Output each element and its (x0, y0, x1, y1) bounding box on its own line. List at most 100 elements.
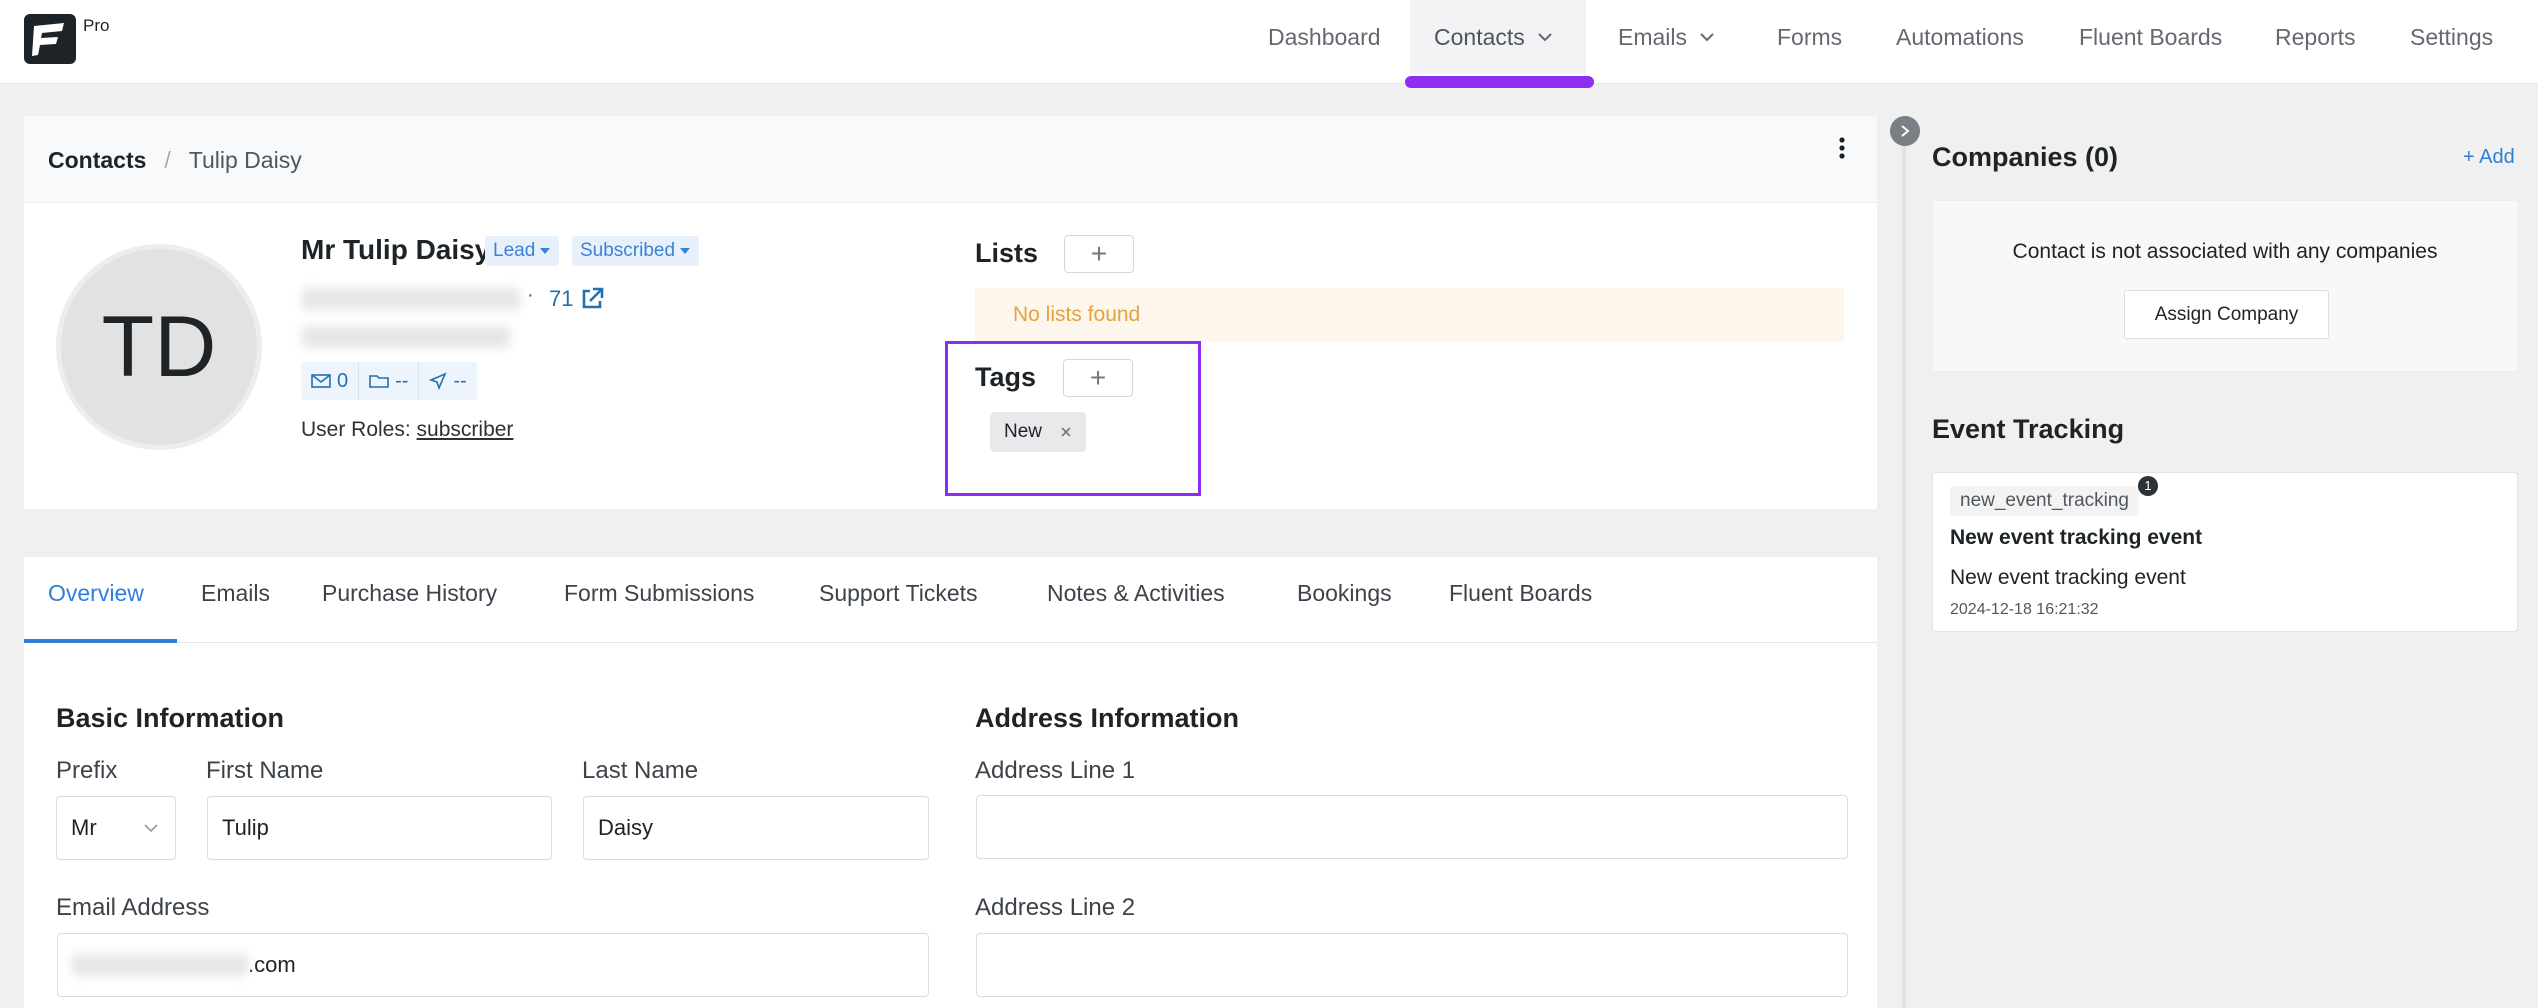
add-list-button[interactable]: + (1064, 235, 1134, 273)
no-lists-notice: No lists found (975, 288, 1844, 342)
tab-overview[interactable]: Overview (48, 580, 144, 607)
nav-dashboard[interactable]: Dashboard (1268, 0, 1381, 74)
nav-reports[interactable]: Reports (2275, 0, 2356, 74)
tag-chip: New (990, 412, 1087, 452)
close-icon[interactable] (1060, 426, 1072, 438)
nav-automations[interactable]: Automations (1896, 0, 2024, 74)
user-roles-label: User Roles: (301, 418, 411, 441)
external-link-icon[interactable] (579, 286, 605, 312)
contact-stats: 0 -- -- (301, 362, 477, 400)
email-count: 0 (337, 369, 349, 392)
first-name-input[interactable]: Tulip (207, 796, 552, 860)
add-tag-button[interactable]: + (1063, 359, 1133, 397)
sidebar-divider (1902, 120, 1906, 1008)
status-chip[interactable]: Lead (485, 236, 560, 266)
list-count-stat[interactable]: -- (359, 362, 420, 400)
last-name-value: Daisy (598, 815, 654, 840)
nav-label: Emails (1618, 24, 1688, 50)
nav-label: Settings (2410, 24, 2494, 50)
tab-purchase-history[interactable]: Purchase History (322, 580, 497, 607)
active-tab-indicator (24, 639, 177, 643)
contact-id-link[interactable]: 71 (549, 286, 573, 312)
email-address-input[interactable]: .com (57, 933, 929, 997)
prefix-value: Mr (71, 815, 97, 840)
list-count: -- (395, 369, 409, 392)
address-line-2-label: Address Line 2 (975, 894, 1136, 921)
prefix-label: Prefix (56, 757, 118, 784)
active-nav-indicator (1405, 76, 1594, 88)
subscription-chip-label: Subscribed (580, 240, 676, 261)
last-name-input[interactable]: Daisy (583, 796, 929, 860)
redacted-email (302, 288, 520, 310)
breadcrumb: Contacts / Tulip Daisy (48, 147, 302, 174)
companies-empty-panel (1932, 200, 2518, 372)
email-address-label: Email Address (56, 894, 210, 921)
nav-fluent-boards[interactable]: Fluent Boards (2079, 0, 2222, 74)
avatar-initials: TD (101, 298, 217, 395)
address-line-1-input[interactable] (976, 795, 1848, 859)
nav-emails[interactable]: Emails (1618, 0, 1715, 74)
assign-company-button[interactable]: Assign Company (2124, 290, 2329, 339)
breadcrumb-separator: / (164, 147, 171, 173)
tab-fluent-boards[interactable]: Fluent Boards (1449, 580, 1592, 607)
chevron-down-icon (144, 824, 158, 833)
add-company-link[interactable]: + Add (2463, 146, 2515, 169)
campaign-count-stat[interactable]: -- (419, 362, 476, 400)
nav-contacts[interactable]: Contacts (1410, 0, 1586, 74)
event-timestamp: 2024-12-18 16:21:32 (1950, 601, 2099, 618)
tab-support-tickets[interactable]: Support Tickets (819, 580, 978, 607)
last-name-label: Last Name (582, 757, 699, 784)
redacted-email-local (72, 954, 248, 976)
separator-dot: · (527, 284, 534, 306)
more-options-icon[interactable] (1832, 134, 1852, 162)
email-count-stat[interactable]: 0 (301, 362, 360, 400)
plus-icon: + (1089, 362, 1107, 393)
address-line-1-label: Address Line 1 (975, 757, 1136, 784)
tag-label: New (1004, 421, 1043, 442)
user-role-link[interactable]: subscriber (417, 418, 514, 441)
nav-label: Forms (1777, 24, 1843, 50)
no-companies-text: Contact is not associated with any compa… (2012, 240, 2438, 263)
fluentcrm-logo[interactable] (24, 14, 76, 64)
nav-label: Dashboard (1268, 24, 1381, 50)
nav-settings[interactable]: Settings (2410, 0, 2493, 74)
lists-title: Lists (975, 238, 1039, 268)
event-description: New event tracking event (1950, 566, 2186, 589)
first-name-value: Tulip (222, 815, 269, 840)
tab-bookings[interactable]: Bookings (1297, 580, 1392, 607)
nav-label: Automations (1896, 24, 2024, 50)
tab-emails[interactable]: Emails (201, 580, 270, 607)
tab-form-submissions[interactable]: Form Submissions (564, 580, 754, 607)
redacted-phone (302, 326, 510, 348)
nav-label: Contacts (1434, 24, 1525, 50)
chevron-down-icon (1700, 33, 1714, 42)
envelope-icon (311, 374, 331, 388)
event-count-badge: 1 (2138, 476, 2158, 496)
tags-title: Tags (975, 362, 1037, 392)
nav-forms[interactable]: Forms (1777, 0, 1842, 74)
basic-information-title: Basic Information (56, 703, 285, 733)
companies-title: Companies (0) (1932, 142, 2119, 172)
chevron-right-icon (1901, 125, 1910, 137)
user-roles: User Roles: subscriber (301, 418, 513, 442)
nav-label: Fluent Boards (2079, 24, 2223, 50)
tab-notes-activities[interactable]: Notes & Activities (1047, 580, 1225, 607)
nav-label: Reports (2275, 24, 2356, 50)
status-chip-label: Lead (493, 240, 536, 261)
prefix-select[interactable]: Mr (56, 796, 176, 860)
email-suffix: .com (248, 952, 296, 977)
contact-name: Mr Tulip Daisy (301, 234, 491, 265)
folder-icon (369, 375, 389, 388)
breadcrumb-contacts-link[interactable]: Contacts (48, 147, 146, 174)
address-line-2-input[interactable] (976, 933, 1848, 997)
sidebar-toggle-button[interactable] (1890, 116, 1920, 146)
address-information-title: Address Information (975, 703, 1240, 733)
chevron-down-icon (1538, 33, 1552, 42)
subscription-chip[interactable]: Subscribed (572, 236, 700, 266)
pro-badge: Pro (83, 16, 110, 35)
send-icon (429, 372, 447, 390)
caret-down-icon (540, 248, 551, 254)
event-name: New event tracking event (1950, 526, 2203, 549)
event-tracking-title: Event Tracking (1932, 414, 2125, 444)
caret-down-icon (680, 248, 691, 254)
